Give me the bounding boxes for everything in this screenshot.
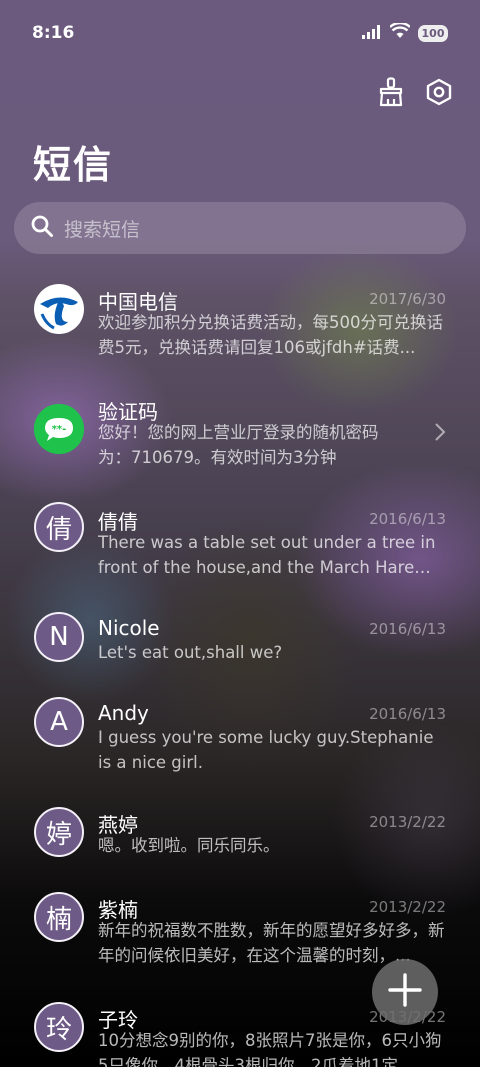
message-date: 2016/6/13 bbox=[369, 705, 446, 723]
status-bar: 8:16 100 bbox=[0, 0, 480, 66]
signal-icon bbox=[362, 24, 382, 43]
battery-icon: 100 bbox=[418, 24, 448, 42]
message-preview: 10分想念9别的你，8张照片7张是你，6只小狗5只像你，4根骨头3根归你，2爪着… bbox=[98, 1031, 442, 1067]
message-item-china-telecom[interactable]: 中国电信 2017/6/30 欢迎参加积分兑换话费活动，每500分可兑换话费5元… bbox=[0, 266, 480, 376]
wifi-icon bbox=[389, 21, 411, 43]
search-input[interactable]: 搜索短信 bbox=[14, 202, 466, 254]
avatar: 楠 bbox=[34, 892, 84, 942]
new-message-button[interactable] bbox=[372, 959, 438, 1025]
message-item-verification-code[interactable]: **- 验证码 您好！您的网上营业厅登录的随机密码为：710679。有效时间为3… bbox=[0, 376, 480, 486]
avatar: 倩 bbox=[34, 502, 84, 552]
message-date: 2013/2/22 bbox=[369, 898, 446, 916]
avatar: 婷 bbox=[34, 807, 84, 857]
plus-icon bbox=[387, 972, 423, 1012]
broom-icon bbox=[378, 77, 404, 111]
top-actions bbox=[376, 74, 454, 114]
status-icons: 100 bbox=[362, 21, 448, 43]
status-time: 8:16 bbox=[32, 23, 75, 43]
message-preview: I guess you're some lucky guy.Stephanie … bbox=[98, 728, 434, 772]
clean-button[interactable] bbox=[376, 74, 406, 114]
message-date: 2017/6/30 bbox=[369, 290, 446, 308]
telecom-logo-icon bbox=[34, 284, 84, 334]
page-title: 短信 bbox=[33, 143, 114, 187]
message-preview: 欢迎参加积分兑换话费活动，每500分可兑换话费5元，兑换话费请回复106或jfd… bbox=[98, 313, 443, 357]
message-date: 2016/6/13 bbox=[369, 510, 446, 528]
avatar: A bbox=[34, 697, 84, 747]
message-item-nicole[interactable]: N Nicole 2016/6/13 Let's eat out,shall w… bbox=[0, 596, 480, 681]
search-icon bbox=[30, 214, 54, 242]
gear-icon bbox=[426, 78, 452, 110]
message-preview: There was a table set out under a tree i… bbox=[98, 533, 436, 577]
avatar: N bbox=[34, 612, 84, 662]
settings-button[interactable] bbox=[424, 74, 454, 114]
message-item-andy[interactable]: A Andy 2016/6/13 I guess you're some luc… bbox=[0, 681, 480, 791]
message-item-yanting[interactable]: 婷 燕婷 2013/2/22 嗯。收到啦。同乐同乐。 bbox=[0, 791, 480, 876]
message-preview: 您好！您的网上营业厅登录的随机密码为：710679。有效时间为3分钟 bbox=[98, 423, 379, 467]
chat-bubble-icon: **- bbox=[34, 404, 84, 454]
search-placeholder: 搜索短信 bbox=[64, 218, 141, 241]
message-preview: Let's eat out,shall we? bbox=[98, 643, 283, 662]
message-item-qianqian[interactable]: 倩 倩倩 2016/6/13 There was a table set out… bbox=[0, 486, 480, 596]
contact-name: Nicole bbox=[98, 616, 160, 640]
contact-name: Andy bbox=[98, 701, 149, 725]
svg-text:**-: **- bbox=[52, 424, 67, 435]
avatar: 玲 bbox=[34, 1002, 84, 1052]
chevron-right-icon bbox=[434, 422, 446, 448]
message-preview: 嗯。收到啦。同乐同乐。 bbox=[98, 836, 280, 855]
message-date: 2016/6/13 bbox=[369, 620, 446, 638]
message-date: 2013/2/22 bbox=[369, 813, 446, 831]
